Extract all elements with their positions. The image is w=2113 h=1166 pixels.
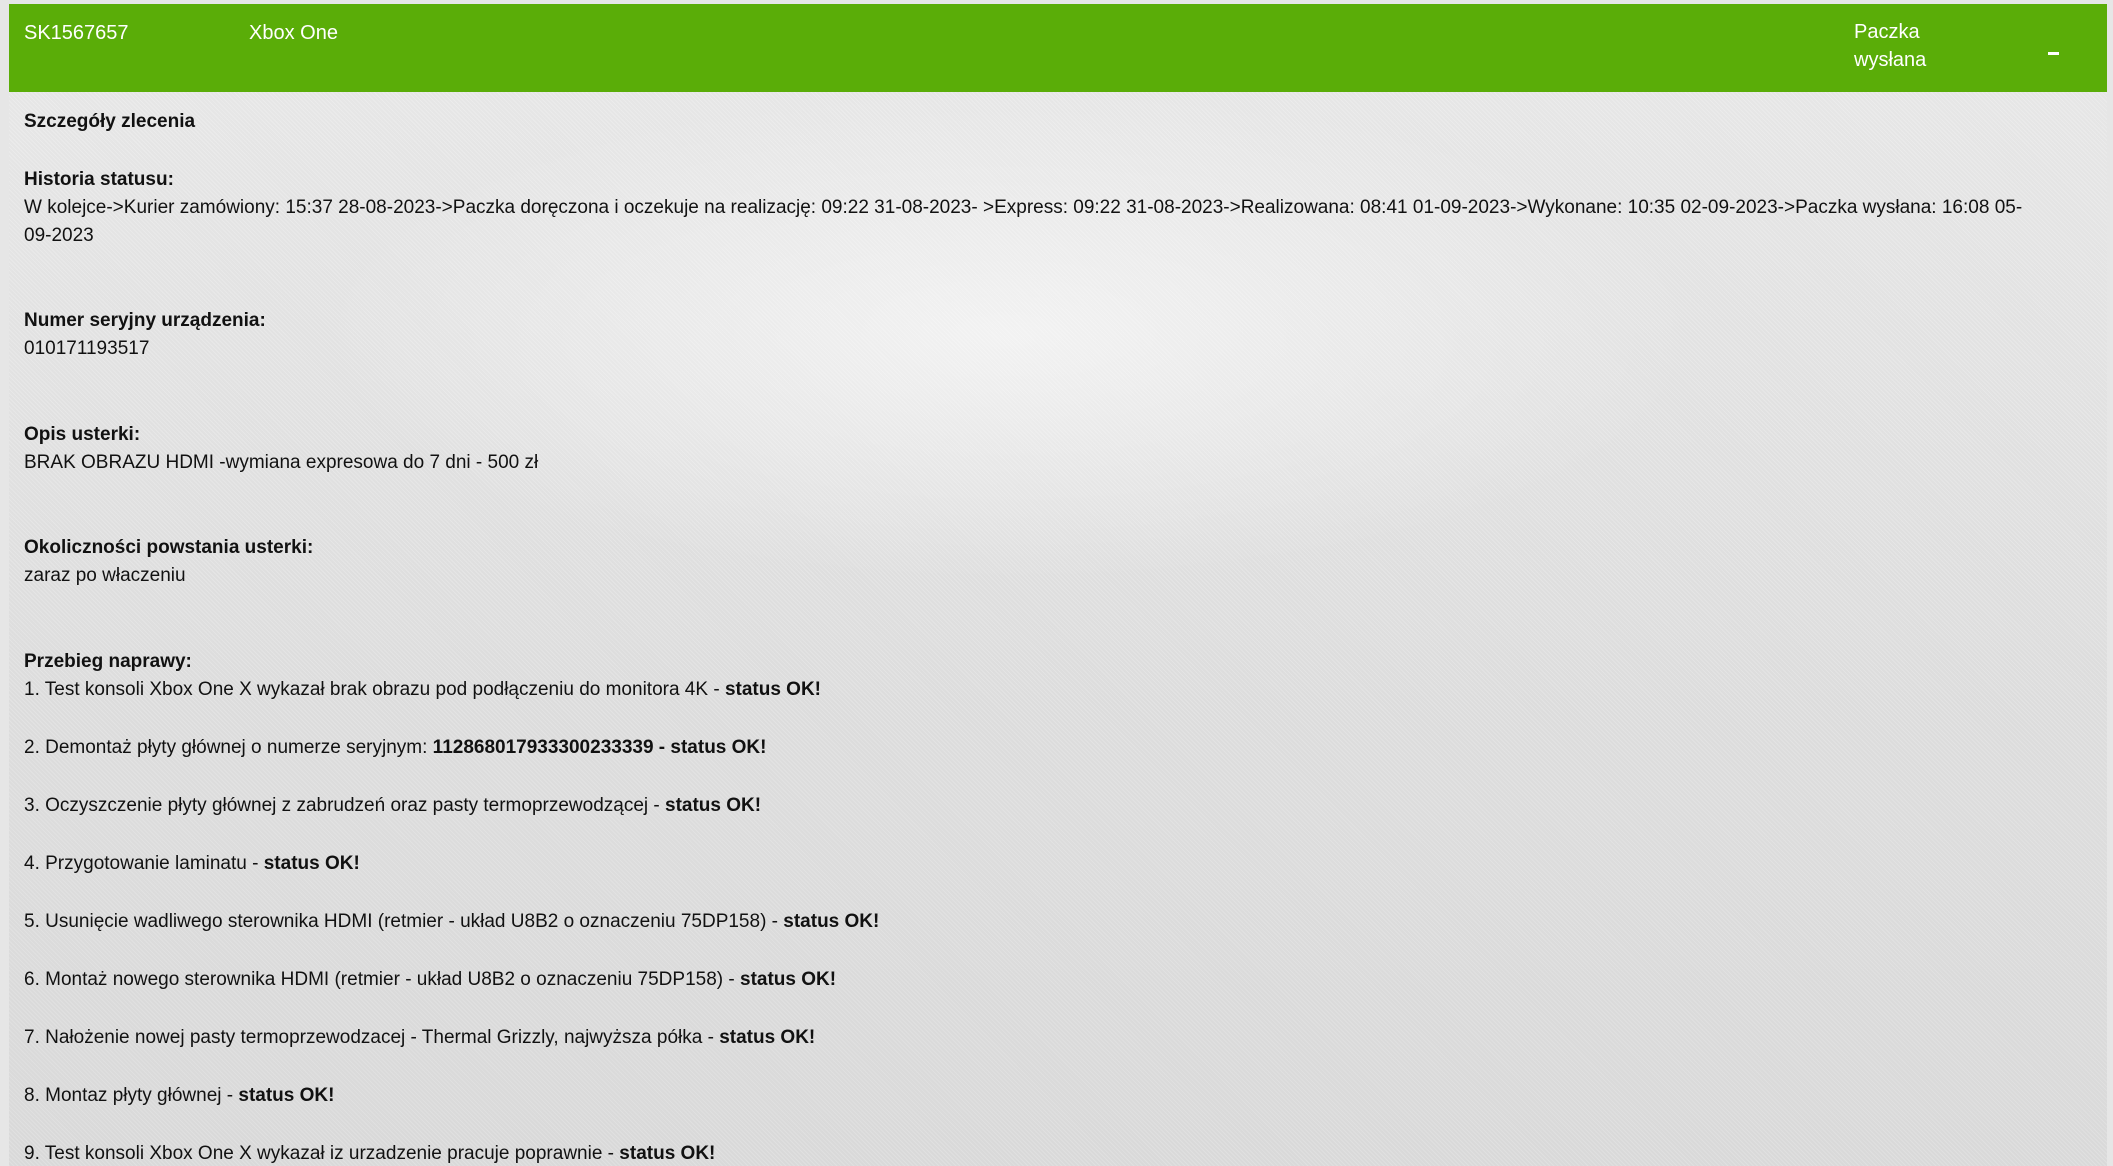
repair-step-7: 7. Nałożenie nowej pasty termoprzewodzac… [24,1024,815,1052]
repair-step-8: 8. Montaz płyty głównej - status OK! [24,1082,334,1110]
order-header[interactable]: SK1567657 Xbox One Paczka wysłana [9,4,2107,92]
repair-step-text: 4. Przygotowanie laminatu - [24,853,264,874]
repair-step-3: 3. Oczyszczenie płyty głównej z zabrudze… [24,792,761,820]
fault-value: BRAK OBRAZU HDMI -wymiana expresowa do 7… [24,452,539,473]
details-title: Szczegóły zlecenia [24,111,196,132]
device-name: Xbox One [249,22,338,44]
serial-label: Numer seryjny urządzenia: [24,310,266,331]
repair-step-status: status OK! [719,1027,816,1048]
repair-step-status: status OK! [665,795,762,816]
repair-step-1: 1. Test konsoli Xbox One X wykazał brak … [24,676,821,704]
history-line-1: W kolejce->Kurier zamówiony: 15:37 28-08… [24,197,2023,218]
repair-step-status: status OK! [724,679,822,700]
repair-step-4: 4. Przygotowanie laminatu - status OK! [24,850,360,878]
repair-step-status: status OK! [238,1085,335,1106]
repair-step-2: 2. Demontaż płyty głównej o numerze sery… [24,734,766,762]
repair-step-6: 6. Montaż nowego sterownika HDMI (retmie… [24,966,836,994]
repair-step-text: 5. Usunięcie wadliwego sterownika HDMI (… [24,911,784,932]
minus-icon [2048,52,2059,55]
repair-step-9: 9. Test konsoli Xbox One X wykazał iz ur… [24,1140,715,1166]
repair-step-status: status OK! [619,1143,716,1164]
repair-step-text: 6. Montaż nowego sterownika HDMI (retmie… [24,969,740,990]
collapse-button[interactable] [2039,24,2069,55]
status-badge: Paczka wysłana [1854,18,1944,74]
repair-step-status: status OK! [783,911,880,932]
repair-label: Przebieg naprawy: [24,651,192,672]
repair-step-status: 112868017933300233339 - status OK! [432,737,767,758]
repair-step-text: 1. Test konsoli Xbox One X wykazał brak … [24,679,725,700]
fault-label: Opis usterki: [24,424,141,445]
repair-step-text: 9. Test konsoli Xbox One X wykazał iz ur… [24,1143,620,1164]
serial-value: 010171193517 [24,338,150,359]
repair-step-5: 5. Usunięcie wadliwego sterownika HDMI (… [24,908,879,936]
order-panel: SK1567657 Xbox One Paczka wysłana Szczeg… [9,4,2107,1166]
order-id: SK1567657 [24,22,129,44]
repair-step-status: status OK! [740,969,837,990]
repair-step-status: status OK! [263,853,360,874]
repair-step-text: 3. Oczyszczenie płyty głównej z zabrudze… [24,795,665,816]
history-label: Historia statusu: [24,169,174,190]
history-line-2: 09-2023 [24,225,94,246]
circumstances-value: zaraz po właczeniu [24,565,186,586]
circumstances-label: Okoliczności powstania usterki: [24,537,314,558]
repair-step-text: 8. Montaz płyty głównej - [24,1085,239,1106]
status-line-1: Paczka [1854,21,1920,43]
repair-step-text: 7. Nałożenie nowej pasty termoprzewodzac… [24,1027,720,1048]
repair-step-text: 2. Demontaż płyty głównej o numerze sery… [24,737,433,758]
history-value: W kolejce->Kurier zamówiony: 15:37 28-08… [24,194,2094,250]
status-line-2: wysłana [1854,49,1927,71]
